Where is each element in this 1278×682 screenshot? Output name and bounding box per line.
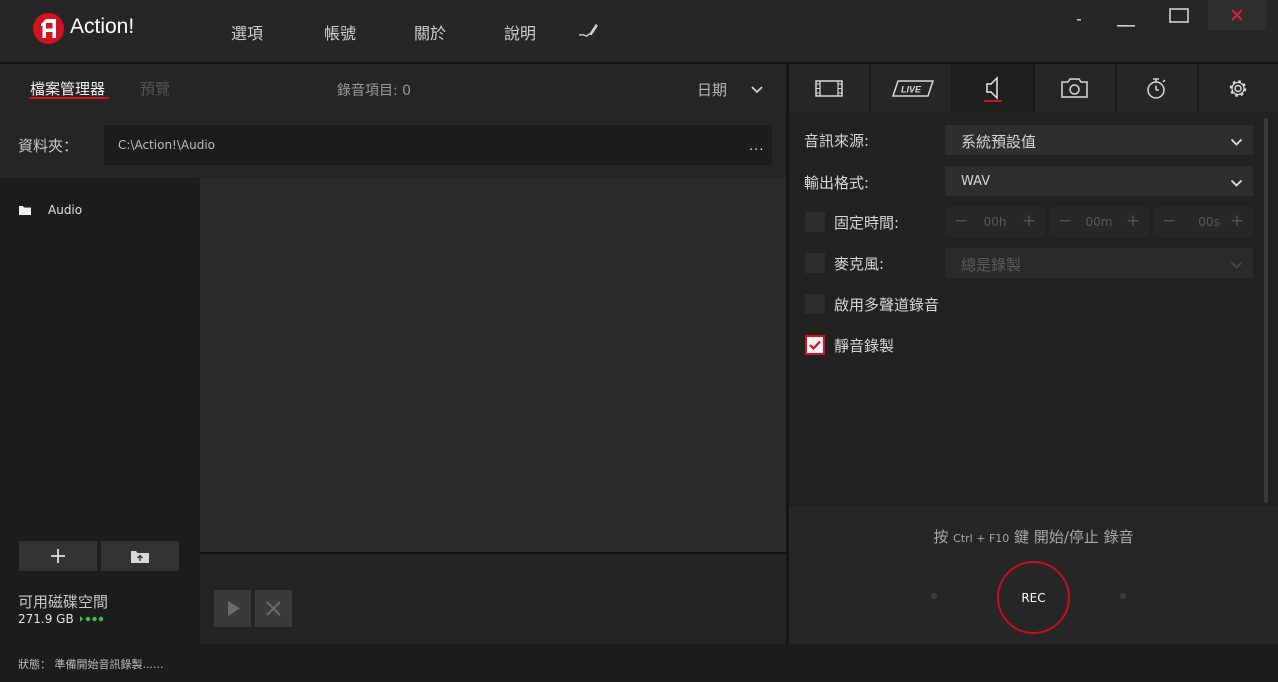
microphone-value: 總是錄製 bbox=[961, 256, 1022, 274]
microphone-label: 麥克風: bbox=[834, 255, 885, 273]
tab-audio[interactable] bbox=[953, 64, 1033, 112]
plus-icon[interactable]: + bbox=[1126, 211, 1140, 231]
mute-record-checkbox[interactable] bbox=[805, 335, 825, 355]
menu-about[interactable]: 關於 bbox=[414, 20, 446, 44]
film-icon bbox=[815, 80, 843, 97]
record-button[interactable]: REC bbox=[997, 561, 1070, 634]
output-format-label: 輸出格式: bbox=[804, 174, 870, 192]
folder-icon bbox=[18, 204, 32, 220]
logo-mark-icon bbox=[41, 19, 56, 38]
chevron-down-icon[interactable] bbox=[750, 83, 764, 99]
hours-stepper[interactable]: − 00h + bbox=[945, 207, 1045, 237]
close-button[interactable] bbox=[1208, 0, 1266, 30]
file-list[interactable] bbox=[200, 178, 786, 553]
folder-path-value: C:\Action!\Audio bbox=[118, 138, 216, 152]
close-icon bbox=[266, 601, 281, 616]
chevron-down-icon bbox=[1230, 258, 1243, 274]
speaker-icon bbox=[986, 76, 998, 100]
output-format-value: WAV bbox=[961, 174, 991, 189]
status-value: 準備開始音訊錄製...... bbox=[54, 658, 164, 671]
record-count: 錄音項目: 0 bbox=[337, 80, 411, 100]
tab-timer[interactable] bbox=[1117, 64, 1197, 112]
tab-live[interactable]: LIVE bbox=[871, 64, 951, 112]
fixed-time-checkbox[interactable] bbox=[805, 212, 825, 232]
indicator-dot bbox=[1120, 593, 1126, 599]
audio-source-label: 音訊來源: bbox=[804, 132, 870, 150]
status-bar bbox=[0, 644, 1278, 682]
microphone-checkbox[interactable] bbox=[805, 253, 825, 273]
tab-file-manager[interactable]: 檔案管理器 bbox=[30, 78, 105, 99]
status-message: 狀態： 準備開始音訊錄製...... bbox=[18, 656, 163, 672]
dash-icon bbox=[1117, 25, 1135, 27]
app-title: Action! bbox=[70, 15, 135, 38]
play-icon bbox=[228, 601, 240, 616]
plus-icon[interactable]: + bbox=[1230, 211, 1244, 231]
audio-source-dropdown[interactable]: 系統預設值 bbox=[945, 125, 1253, 155]
menu-options[interactable]: 選項 bbox=[231, 20, 263, 44]
gear-icon bbox=[1229, 80, 1247, 97]
chevron-down-icon bbox=[1230, 176, 1243, 192]
maximize-button[interactable] bbox=[1163, 0, 1195, 30]
app-logo bbox=[33, 13, 64, 44]
active-tab-underline bbox=[29, 97, 109, 99]
output-format-dropdown[interactable]: WAV bbox=[945, 166, 1253, 196]
folder-label: 資料夾： bbox=[18, 137, 79, 155]
sort-dropdown[interactable]: 日期 bbox=[697, 79, 727, 100]
indicator-dot bbox=[931, 593, 937, 599]
hotkey-prefix: 按 bbox=[933, 528, 949, 546]
minimize-icon bbox=[1077, 19, 1081, 21]
microphone-dropdown[interactable]: 總是錄製 bbox=[945, 248, 1253, 278]
close-icon bbox=[1231, 9, 1243, 21]
plus-icon bbox=[51, 549, 65, 563]
tab-screenshot[interactable] bbox=[1035, 64, 1115, 112]
play-button[interactable] bbox=[214, 590, 251, 627]
folder-open-icon bbox=[131, 551, 149, 563]
live-icon: LIVE bbox=[891, 80, 935, 97]
mute-record-label: 靜音錄製 bbox=[834, 337, 895, 355]
svg-text:LIVE: LIVE bbox=[901, 85, 922, 95]
hotkey-key: Ctrl + F10 bbox=[953, 532, 1010, 545]
audio-source-value: 系統預設值 bbox=[961, 133, 1037, 151]
minutes-stepper[interactable]: − 00m + bbox=[1049, 207, 1149, 237]
minimize-button[interactable] bbox=[1072, 10, 1086, 40]
multichannel-label: 啟用多聲道錄音 bbox=[834, 296, 940, 314]
delete-button[interactable] bbox=[255, 590, 292, 627]
chevron-down-icon bbox=[1230, 135, 1243, 151]
record-count-value: 0 bbox=[402, 83, 412, 99]
signature-icon[interactable] bbox=[578, 22, 598, 42]
add-folder-button[interactable] bbox=[19, 541, 97, 571]
camera-icon bbox=[1061, 78, 1088, 98]
disk-status-icon bbox=[80, 612, 104, 628]
hide-button[interactable] bbox=[1117, 16, 1135, 46]
tab-video[interactable] bbox=[789, 64, 869, 112]
tab-preview[interactable]: 預覽 bbox=[140, 78, 170, 99]
folder-tree bbox=[0, 178, 198, 644]
active-tab-underline bbox=[984, 100, 1002, 102]
tree-item-label: Audio bbox=[48, 203, 83, 217]
status-label: 狀態： bbox=[18, 658, 51, 671]
stopwatch-icon bbox=[1147, 78, 1166, 99]
plus-icon[interactable]: + bbox=[1022, 211, 1036, 231]
record-button-label: REC bbox=[1021, 591, 1046, 605]
multichannel-checkbox[interactable] bbox=[805, 294, 825, 314]
hotkey-suffix: 鍵 開始/停止 錄音 bbox=[1014, 528, 1134, 546]
maximize-icon bbox=[1169, 8, 1189, 23]
fixed-time-label: 固定時間: bbox=[834, 214, 900, 232]
browse-folder-button[interactable]: ... bbox=[749, 139, 764, 154]
menu-help[interactable]: 說明 bbox=[504, 20, 536, 44]
hotkey-hint: 按 Ctrl + F10 鍵 開始/停止 錄音 bbox=[789, 526, 1278, 547]
tab-settings[interactable] bbox=[1199, 64, 1278, 112]
open-folder-button[interactable] bbox=[101, 541, 179, 571]
record-count-label: 錄音項目: bbox=[337, 83, 398, 99]
menu-account[interactable]: 帳號 bbox=[324, 20, 356, 44]
checkmark-icon bbox=[809, 340, 821, 351]
seconds-value: 00s bbox=[1198, 215, 1220, 229]
disk-space-label: 可用磁碟空間 bbox=[18, 593, 109, 611]
seconds-stepper[interactable]: − 00s + bbox=[1153, 207, 1253, 237]
disk-space-value: 271.9 GB bbox=[18, 612, 74, 626]
settings-scrollbar[interactable] bbox=[1264, 118, 1268, 503]
title-bar bbox=[0, 0, 1278, 62]
